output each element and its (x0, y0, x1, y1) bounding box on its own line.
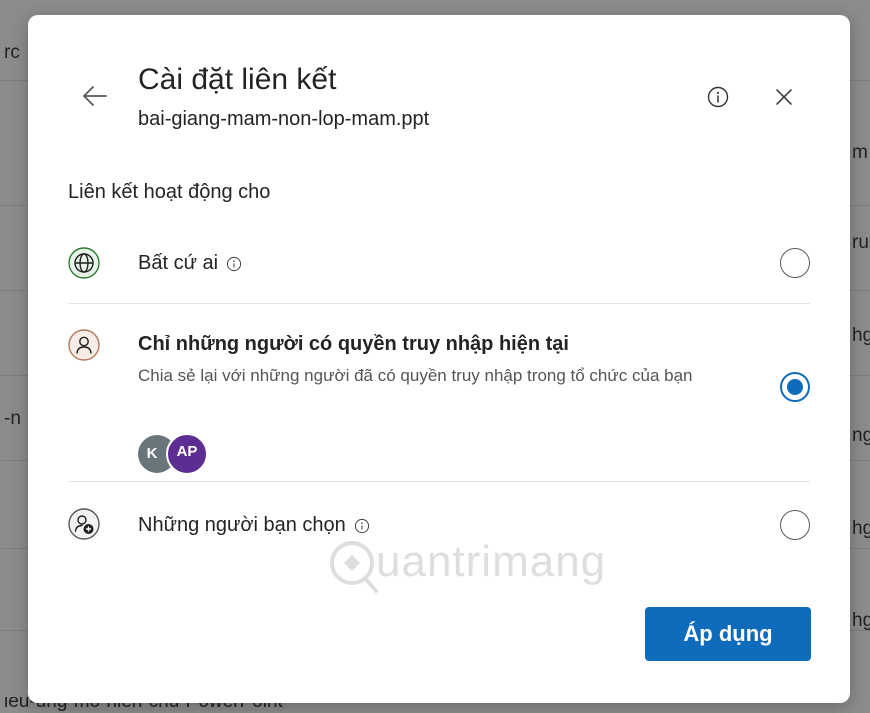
divider (68, 481, 810, 482)
bg-fragment: rc (4, 42, 20, 63)
radio-anyone[interactable] (780, 248, 810, 278)
radio-specific-people[interactable] (780, 510, 810, 540)
watermark-text: uantrimang (376, 537, 607, 586)
option-existing-access[interactable]: Chỉ những người có quyền truy nhập hiện … (68, 327, 810, 477)
option-label: Chỉ những người có quyền truy nhập hiện … (138, 333, 569, 355)
option-label: Bất cứ ai (138, 252, 242, 275)
person-icon (68, 329, 100, 361)
avatar: AP (166, 433, 208, 475)
option-label-text: Những người bạn chọn (138, 514, 346, 536)
link-settings-dialog: Cài đặt liên kết bai-giang-mam-non-lop-m… (28, 15, 850, 703)
watermark: uantrimang (326, 533, 646, 603)
section-label: Liên kết hoạt động cho (68, 181, 271, 203)
info-icon[interactable] (226, 256, 242, 272)
close-icon (776, 89, 792, 105)
info-icon (707, 86, 729, 108)
arrow-left-icon (83, 86, 107, 106)
apply-button[interactable]: Áp dụng (645, 607, 811, 661)
info-button[interactable] (706, 85, 730, 109)
bg-fragment: m (852, 142, 868, 163)
radio-existing-access[interactable] (780, 372, 810, 402)
avatar-group: K AP (138, 433, 228, 475)
person-add-icon (68, 508, 100, 540)
info-icon[interactable] (354, 518, 370, 534)
bg-fragment: -n (4, 408, 21, 429)
bg-fragment: ng (852, 425, 870, 446)
watermark-logo-icon (330, 541, 378, 593)
bg-fragment: hg (852, 518, 870, 539)
divider (68, 303, 810, 304)
option-description: Chia sẻ lại với những người đã có quyền … (138, 366, 693, 385)
bg-fragment: hg (852, 610, 870, 631)
dialog-title: Cài đặt liên kết (138, 63, 337, 96)
back-button[interactable] (80, 81, 110, 111)
globe-icon (68, 247, 100, 279)
option-label-text: Bất cứ ai (138, 252, 219, 274)
close-button[interactable] (772, 85, 796, 109)
bg-fragment: hg (852, 325, 870, 346)
bg-fragment: ru (852, 232, 869, 253)
file-name: bai-giang-mam-non-lop-mam.ppt (138, 108, 430, 130)
option-anyone[interactable]: Bất cứ ai (68, 245, 810, 285)
